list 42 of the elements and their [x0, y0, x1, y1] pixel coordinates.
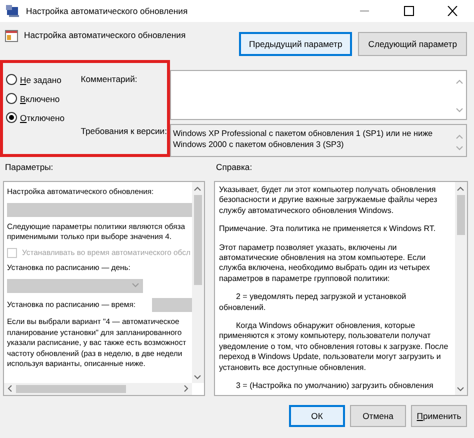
help-paragraph: 3 = (Настройка по умолчанию) загрузить обновления — [235, 381, 434, 392]
radio-button[interactable] — [6, 93, 17, 104]
chevron-down-icon — [132, 283, 139, 288]
app-icon — [6, 4, 20, 18]
window-title: Настройка автоматического обновления — [26, 6, 189, 16]
requirements-label: Требования к версии: — [80, 126, 167, 136]
scrollbar-thumb[interactable] — [194, 195, 202, 285]
scroll-left-icon[interactable] — [7, 385, 12, 392]
policy-icon — [5, 30, 18, 42]
help-paragraph: Когда Windows обнаружит обновления, которые применяются к этому компьютеру, пользователи получат уведомление о том, что обновления готовы к загрузке. После переход в Windows Update, пользователи могут загрузить и установить все доступные обновления. — [219, 321, 450, 374]
scrollbar-thumb[interactable] — [16, 385, 126, 393]
ok-button[interactable]: ОК — [289, 405, 345, 427]
scroll-down-icon[interactable] — [457, 387, 464, 392]
close-icon[interactable] — [446, 6, 458, 16]
help-paragraph: Этот параметр позволяет указать, включены ли автоматические обновления на этом компьютере. Если служба включена, необходимо выбрать один из четырех параметров в параметре групповой политики: — [219, 242, 431, 284]
scrollbar-thumb[interactable] — [457, 195, 465, 235]
requirements-text: Windows 2000 с пакетом обновления 3 (SP3) — [173, 139, 345, 150]
next-setting-button[interactable]: Следующий параметр — [358, 32, 467, 56]
radio-option[interactable]: Включено — [6, 93, 76, 104]
scroll-down-icon[interactable] — [194, 375, 201, 380]
maximize-icon[interactable] — [402, 6, 414, 16]
apply-button[interactable]: Применить — [411, 405, 467, 427]
comment-field[interactable] — [170, 70, 467, 120]
help-paragraph: Указывает, будет ли этот компьютер получать обновления безопасности и другие важные загружаемые файлы через службу автоматического обновления Windows. — [219, 185, 438, 216]
requirements-text: Windows XP Professional с пакетом обновления 1 (SP1) или не ниже — [173, 128, 434, 139]
scroll-up-icon[interactable] — [194, 186, 201, 191]
scroll-up-icon[interactable] — [457, 186, 464, 191]
help-label: Справка: — [215, 161, 254, 174]
radio-option[interactable]: Не задано — [6, 74, 76, 85]
policy-title: Настройка автоматического обновления — [24, 30, 187, 40]
help-paragraph: Примечание. Эта политика не применяется к Windows RT. — [219, 224, 437, 235]
scroll-up-icon — [456, 77, 463, 86]
radio-button[interactable] — [6, 74, 17, 85]
radio-option[interactable]: Отключено — [6, 112, 76, 123]
options-label: Параметры: — [4, 161, 54, 174]
cancel-button[interactable]: Отмена — [350, 405, 406, 427]
scroll-right-icon[interactable] — [184, 385, 189, 392]
comment-label: Комментарий: — [80, 74, 138, 84]
radio-button[interactable] — [6, 112, 17, 123]
previous-setting-button[interactable]: Предыдущий параметр — [239, 32, 352, 56]
scroll-down-icon — [456, 106, 463, 115]
help-paragraph: 2 = уведомлять перед загрузкой и установкой обновлений. — [219, 292, 408, 314]
